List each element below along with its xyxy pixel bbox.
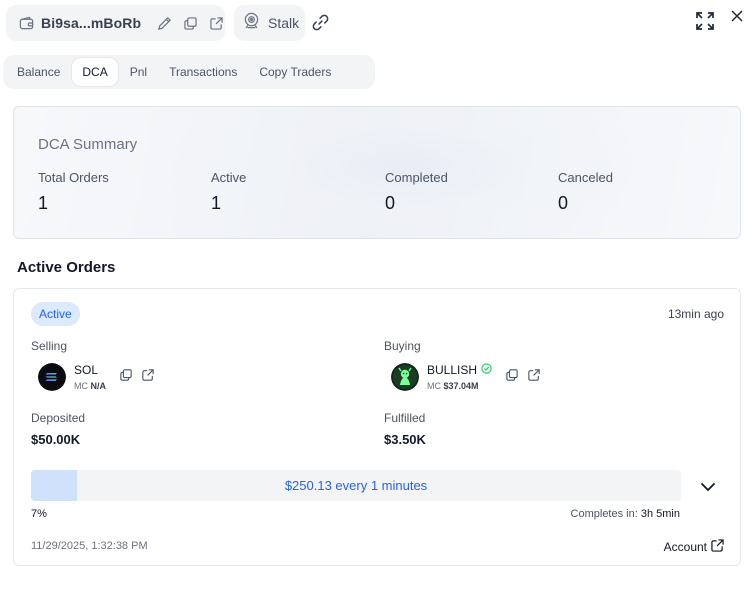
copy-icon[interactable] xyxy=(184,16,197,30)
stat-value: 1 xyxy=(38,193,49,213)
buying-token: BULLISH MC $37.04M xyxy=(391,363,540,391)
stat-label: Total Orders xyxy=(38,170,109,185)
stalk-label: Stalk xyxy=(268,15,300,31)
tab-bar: Balance DCA Pnl Transactions Copy Trader… xyxy=(3,55,375,89)
tab-pnl[interactable]: Pnl xyxy=(120,58,157,86)
stat-label: Active xyxy=(211,170,247,185)
tab-transactions[interactable]: Transactions xyxy=(159,58,247,86)
stat-label: Canceled xyxy=(558,170,613,185)
expand-icon[interactable] xyxy=(696,12,714,35)
account-link[interactable]: Account xyxy=(664,539,724,555)
selling-label: Selling xyxy=(31,339,68,353)
stat-completed: Completed 0 xyxy=(385,170,448,214)
stat-active: Active 1 xyxy=(211,170,246,214)
progress-percent: 7% xyxy=(31,508,47,520)
stalk-icon xyxy=(243,12,260,34)
selling-mc-value: N/A xyxy=(90,381,107,391)
dca-summary-card: DCA Summary Total Orders 1 Active 1 Comp… xyxy=(13,106,741,239)
active-orders-title: Active Orders xyxy=(17,259,116,276)
status-badge: Active xyxy=(31,302,80,326)
external-link-icon xyxy=(711,539,724,555)
buying-symbol: BULLISH xyxy=(427,363,478,377)
deposited-label: Deposited xyxy=(31,411,86,425)
stat-value: 0 xyxy=(385,193,396,213)
stalk-button[interactable]: Stalk xyxy=(234,5,305,41)
selling-token: SOL MC N/A xyxy=(38,363,154,391)
wallet-address: Bi9sa...mBoRb xyxy=(41,15,142,31)
account-label: Account xyxy=(663,540,707,554)
stat-value: 1 xyxy=(211,193,222,213)
deposited-value: $50.00K xyxy=(31,432,81,447)
stat-canceled: Canceled 0 xyxy=(558,170,613,214)
tab-copy-traders[interactable]: Copy Traders xyxy=(249,58,341,86)
buying-mc-value: $37.04M xyxy=(443,381,479,391)
progress-bar: $250.13 every 1 minutes xyxy=(31,470,681,501)
completes-in: Completes in: 3h 5min xyxy=(571,508,680,520)
fulfilled-value: $3.50K xyxy=(384,432,426,447)
edit-icon[interactable] xyxy=(157,16,172,31)
stat-label: Completed xyxy=(385,170,448,185)
order-timestamp: 11/29/2025, 1:32:38 PM xyxy=(31,540,148,552)
summary-title: DCA Summary xyxy=(38,136,138,153)
order-card: Active 13min ago Selling SOL MC N/A Buyi… xyxy=(13,288,741,566)
mc-label: MC xyxy=(74,381,88,391)
chevron-down-icon[interactable] xyxy=(700,479,716,497)
sol-logo-icon xyxy=(38,363,66,391)
completes-value: 3h 5min xyxy=(640,508,680,520)
fulfilled-label: Fulfilled xyxy=(384,411,426,425)
copy-icon[interactable] xyxy=(506,368,518,386)
dca-schedule: $250.13 every 1 minutes xyxy=(284,478,428,493)
close-icon[interactable] xyxy=(730,9,744,28)
wallet-icon xyxy=(19,16,34,31)
completes-label: Completes in: xyxy=(570,508,638,520)
external-link-icon[interactable] xyxy=(528,368,540,386)
selling-symbol: SOL xyxy=(74,363,99,377)
wallet-pill[interactable]: Bi9sa...mBoRb xyxy=(6,5,225,41)
external-link-icon[interactable] xyxy=(210,16,223,30)
stat-total-orders: Total Orders 1 xyxy=(38,170,109,214)
stat-value: 0 xyxy=(558,193,569,213)
bullish-logo-icon xyxy=(391,363,419,391)
external-link-icon[interactable] xyxy=(142,368,154,386)
time-ago: 13min ago xyxy=(667,307,724,321)
copy-icon[interactable] xyxy=(120,368,132,386)
link-icon[interactable] xyxy=(311,13,330,37)
tab-dca[interactable]: DCA xyxy=(72,58,118,86)
header: Bi9sa...mBoRb Stalk xyxy=(0,0,753,46)
mc-label: MC xyxy=(427,381,441,391)
tab-balance[interactable]: Balance xyxy=(7,58,70,86)
buying-label: Buying xyxy=(384,339,421,353)
verified-icon xyxy=(481,363,492,377)
